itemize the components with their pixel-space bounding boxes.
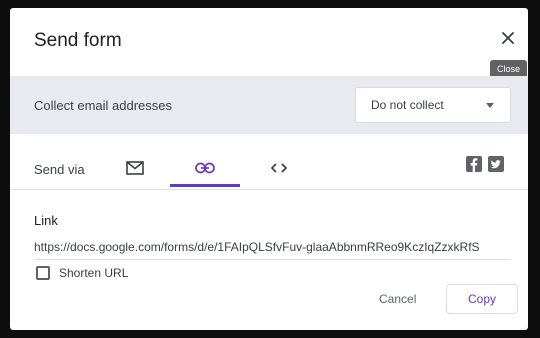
tab-email[interactable] <box>115 146 155 190</box>
tab-embed[interactable] <box>259 146 299 190</box>
embed-code-icon <box>271 163 287 173</box>
link-icon <box>195 162 215 174</box>
send-via-label: Send via <box>34 162 85 177</box>
collect-email-dropdown[interactable]: Do not collect <box>355 87 511 123</box>
email-icon <box>126 161 144 175</box>
facebook-share-button[interactable] <box>466 156 482 172</box>
collect-email-row: Collect email addresses Do not collect <box>10 76 528 134</box>
facebook-icon <box>470 158 478 172</box>
twitter-share-button[interactable] <box>488 156 504 172</box>
close-icon <box>502 32 514 44</box>
dialog-title: Send form <box>34 30 122 51</box>
section-divider <box>10 189 528 190</box>
copy-button[interactable]: Copy <box>446 284 518 314</box>
send-form-dialog: Send form Close Collect email addresses … <box>10 8 528 330</box>
twitter-icon <box>490 160 501 169</box>
close-button[interactable] <box>494 24 522 52</box>
shorten-url-checkbox[interactable] <box>36 266 50 280</box>
shorten-url-label: Shorten URL <box>59 266 129 280</box>
link-url-text: https://docs.google.com/forms/d/e/1FAIpQ… <box>34 240 480 254</box>
dropdown-arrow-icon <box>486 103 494 108</box>
link-heading: Link <box>34 213 58 228</box>
cancel-button[interactable]: Cancel <box>375 290 420 308</box>
link-url-field[interactable]: https://docs.google.com/forms/d/e/1FAIpQ… <box>34 237 511 260</box>
collect-email-label: Collect email addresses <box>34 98 173 113</box>
collect-email-selected: Do not collect <box>371 98 444 112</box>
selected-tab-indicator <box>170 184 240 187</box>
